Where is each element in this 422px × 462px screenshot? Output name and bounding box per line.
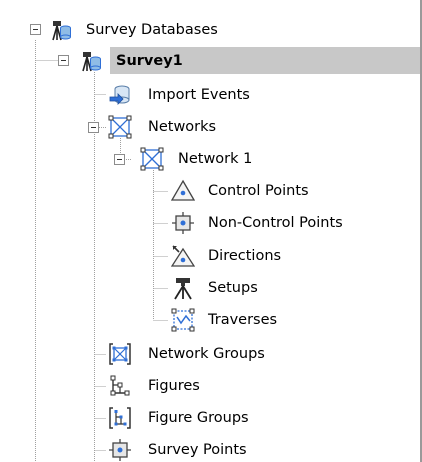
tree-node-setups[interactable]: Setups (0, 272, 420, 304)
setups-icon (171, 276, 195, 300)
tree-node-label: Network 1 (178, 151, 253, 167)
traverses-icon (171, 308, 195, 332)
tree-node-label: Survey1 (116, 53, 183, 69)
tree-node-non-control-points[interactable]: Non-Control Points (0, 207, 420, 239)
survey-databases-icon (48, 18, 72, 42)
tree-node-label: Networks (148, 119, 217, 135)
tree-node-label: Control Points (208, 183, 309, 199)
tree-node-figure-groups[interactable]: Figure Groups (0, 402, 420, 434)
tree-node-survey1[interactable]: Survey1 (0, 45, 420, 77)
tree-node-label: Figures (148, 378, 200, 394)
figures-icon (108, 374, 132, 398)
tree-node-network-groups[interactable]: Network Groups (0, 338, 420, 370)
control-points-icon (171, 179, 195, 203)
survey-points-icon (108, 438, 132, 462)
import-events-icon (108, 83, 132, 107)
tree-node-import-events[interactable]: Import Events (0, 79, 420, 111)
non-control-points-icon (171, 211, 195, 235)
tree-node-traverses[interactable]: Traverses (0, 304, 420, 336)
tree-node-label: Network Groups (148, 346, 265, 362)
tree-node-label: Setups (208, 280, 258, 296)
tree-node-label: Survey Points (148, 442, 247, 458)
tree-node-survey-databases[interactable]: Survey Databases (0, 14, 420, 46)
tree-node-label: Traverses (208, 312, 278, 328)
network-icon (140, 147, 164, 171)
tree-node-label: Figure Groups (148, 410, 249, 426)
directions-icon (171, 244, 195, 268)
survey-tree-panel: Survey Databases Survey1 Import Events N… (0, 0, 422, 462)
tree-node-network-1[interactable]: Network 1 (0, 143, 420, 175)
tree-node-networks[interactable]: Networks (0, 111, 420, 143)
tree-node-control-points[interactable]: Control Points (0, 175, 420, 207)
tree-node-label: Non-Control Points (208, 215, 343, 231)
tree-node-label: Directions (208, 248, 282, 264)
tree-node-survey-points[interactable]: Survey Points (0, 434, 420, 462)
figure-groups-icon (108, 406, 132, 430)
network-groups-icon (108, 342, 132, 366)
tree-node-label: Import Events (148, 87, 250, 103)
tree-node-directions[interactable]: Directions (0, 240, 420, 272)
tree-node-label: Survey Databases (86, 22, 218, 38)
networks-icon (108, 115, 132, 139)
tree-node-figures[interactable]: Figures (0, 370, 420, 402)
survey-icon (78, 49, 102, 73)
